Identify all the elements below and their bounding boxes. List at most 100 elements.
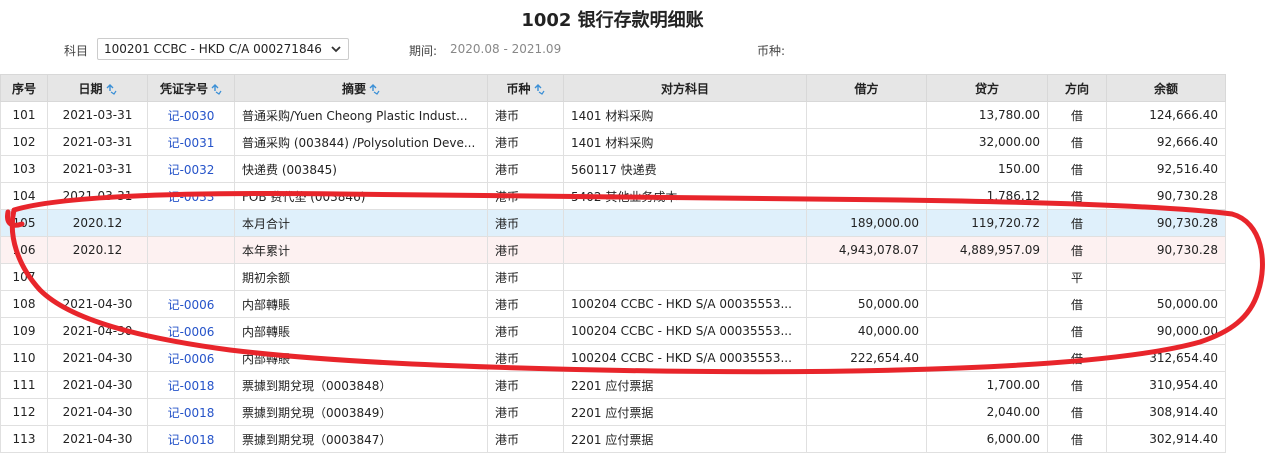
cell-summary: 普通采购/Yuen Cheong Plastic Indust... — [234, 101, 488, 129]
sort-arrows-icon[interactable] — [106, 83, 117, 95]
cell-counter-account — [563, 263, 807, 291]
table-row[interactable]: 111 2021-04-30 记-0018 票據到期兌現（0003848） 港币… — [0, 371, 1226, 399]
voucher-link[interactable]: 记-0006 — [147, 290, 235, 318]
cell-summary: FOB 费代垫 (003846) — [234, 182, 488, 210]
cell-balance: 90,000.00 — [1106, 317, 1226, 345]
cell-debit: 50,000.00 — [806, 290, 927, 318]
cell-summary: 票據到期兌現（0003849） — [234, 398, 488, 426]
voucher-link[interactable]: 记-0030 — [147, 101, 235, 129]
cell-date: 2020.12 — [47, 236, 148, 264]
cell-counter-account: 1401 材料采购 — [563, 128, 807, 156]
table-row[interactable]: 101 2021-03-31 记-0030 普通采购/Yuen Cheong P… — [0, 101, 1226, 129]
voucher-link[interactable]: 记-0018 — [147, 398, 235, 426]
cell-credit — [926, 317, 1048, 345]
cell-counter-account: 560117 快递费 — [563, 155, 807, 183]
header-summary[interactable]: 摘要 — [234, 74, 488, 102]
cell-seq: 104 — [0, 182, 48, 210]
cell-debit — [806, 101, 927, 129]
voucher-link[interactable]: 记-0018 — [147, 425, 235, 453]
table-row[interactable]: 103 2021-03-31 记-0032 快递费 (003845) 港币 56… — [0, 155, 1226, 183]
cell-direction: 借 — [1047, 182, 1107, 210]
cell-counter-account — [563, 209, 807, 237]
cell-credit: 1,700.00 — [926, 371, 1048, 399]
cell-direction: 借 — [1047, 344, 1107, 372]
cell-debit — [806, 371, 927, 399]
cell-summary: 普通采购 (003844) /Polysolution Deve... — [234, 128, 488, 156]
cell-summary: 本年累计 — [234, 236, 488, 264]
header-voucher[interactable]: 凭证字号 — [147, 74, 235, 102]
cell-date: 2021-03-31 — [47, 101, 148, 129]
cell-balance: 310,954.40 — [1106, 371, 1226, 399]
cell-debit — [806, 263, 927, 291]
table-row-monthly-total[interactable]: 105 2020.12 本月合计 港币 189,000.00 119,720.7… — [0, 209, 1226, 237]
cell-currency: 港币 — [487, 101, 564, 129]
voucher-link[interactable]: 记-0006 — [147, 344, 235, 372]
cell-balance — [1106, 263, 1226, 291]
cell-balance: 92,516.40 — [1106, 155, 1226, 183]
voucher-link[interactable]: 记-0018 — [147, 371, 235, 399]
period-label: 期间: — [409, 44, 438, 58]
cell-debit — [806, 155, 927, 183]
sort-arrows-icon[interactable] — [369, 83, 380, 95]
cell-seq: 112 — [0, 398, 48, 426]
cell-counter-account: 100204 CCBC - HKD S/A 00035553... — [563, 344, 807, 372]
cell-date: 2021-03-31 — [47, 155, 148, 183]
cell-credit: 32,000.00 — [926, 128, 1048, 156]
cell-balance: 124,666.40 — [1106, 101, 1226, 129]
cell-direction: 借 — [1047, 209, 1107, 237]
table-row-yearly-total[interactable]: 106 2020.12 本年累计 港币 4,943,078.07 4,889,9… — [0, 236, 1226, 264]
voucher-link[interactable]: 记-0032 — [147, 155, 235, 183]
cell-date: 2021-04-30 — [47, 317, 148, 345]
cell-direction: 借 — [1047, 155, 1107, 183]
cell-direction: 借 — [1047, 290, 1107, 318]
cell-credit: 119,720.72 — [926, 209, 1048, 237]
cell-balance: 90,730.28 — [1106, 182, 1226, 210]
cell-currency: 港币 — [487, 290, 564, 318]
sort-arrows-icon[interactable] — [534, 83, 545, 95]
table-row-opening-balance[interactable]: 107 期初余额 港币 平 — [0, 263, 1226, 291]
header-date[interactable]: 日期 — [47, 74, 148, 102]
cell-credit: 2,040.00 — [926, 398, 1048, 426]
header-direction: 方向 — [1047, 74, 1107, 102]
cell-date: 2021-04-30 — [47, 371, 148, 399]
cell-counter-account: 2201 应付票据 — [563, 425, 807, 453]
cell-counter-account: 2201 应付票据 — [563, 398, 807, 426]
cell-debit: 4,943,078.07 — [806, 236, 927, 264]
filter-bar: 科目 100201 CCBC - HKD C/A 000271846 期间: 2… — [0, 38, 1225, 60]
sort-arrows-icon[interactable] — [211, 83, 222, 95]
cell-credit: 1,786.12 — [926, 182, 1048, 210]
cell-direction: 借 — [1047, 425, 1107, 453]
cell-summary: 快递费 (003845) — [234, 155, 488, 183]
cell-seq: 107 — [0, 263, 48, 291]
subject-select[interactable]: 100201 CCBC - HKD C/A 000271846 — [97, 38, 349, 60]
table-row[interactable]: 113 2021-04-30 记-0018 票據到期兌現（0003847） 港币… — [0, 425, 1226, 453]
voucher-link — [147, 263, 235, 291]
cell-direction: 平 — [1047, 263, 1107, 291]
voucher-link[interactable]: 记-0006 — [147, 317, 235, 345]
cell-credit — [926, 344, 1048, 372]
cell-date: 2021-03-31 — [47, 182, 148, 210]
cell-date: 2021-04-30 — [47, 344, 148, 372]
table-row[interactable]: 104 2021-03-31 记-0033 FOB 费代垫 (003846) 港… — [0, 182, 1226, 210]
cell-seq: 103 — [0, 155, 48, 183]
cell-summary: 期初余额 — [234, 263, 488, 291]
table-row[interactable]: 112 2021-04-30 记-0018 票據到期兌現（0003849） 港币… — [0, 398, 1226, 426]
table-row[interactable]: 108 2021-04-30 记-0006 内部轉賬 港币 100204 CCB… — [0, 290, 1226, 318]
cell-debit: 222,654.40 — [806, 344, 927, 372]
cell-currency: 港币 — [487, 182, 564, 210]
voucher-link[interactable]: 记-0031 — [147, 128, 235, 156]
cell-seq: 102 — [0, 128, 48, 156]
cell-summary: 本月合计 — [234, 209, 488, 237]
table-row[interactable]: 110 2021-04-30 记-0006 内部轉賬 港币 100204 CCB… — [0, 344, 1226, 372]
cell-seq: 110 — [0, 344, 48, 372]
cell-balance: 308,914.40 — [1106, 398, 1226, 426]
header-counter-account: 对方科目 — [563, 74, 807, 102]
header-currency[interactable]: 币种 — [487, 74, 564, 102]
cell-currency: 港币 — [487, 425, 564, 453]
cell-counter-account: 5402 其他业务成本 — [563, 182, 807, 210]
voucher-link[interactable]: 记-0033 — [147, 182, 235, 210]
cell-seq: 101 — [0, 101, 48, 129]
cell-direction: 借 — [1047, 128, 1107, 156]
table-row[interactable]: 109 2021-04-30 记-0006 内部轉賬 港币 100204 CCB… — [0, 317, 1226, 345]
table-row[interactable]: 102 2021-03-31 记-0031 普通采购 (003844) /Pol… — [0, 128, 1226, 156]
